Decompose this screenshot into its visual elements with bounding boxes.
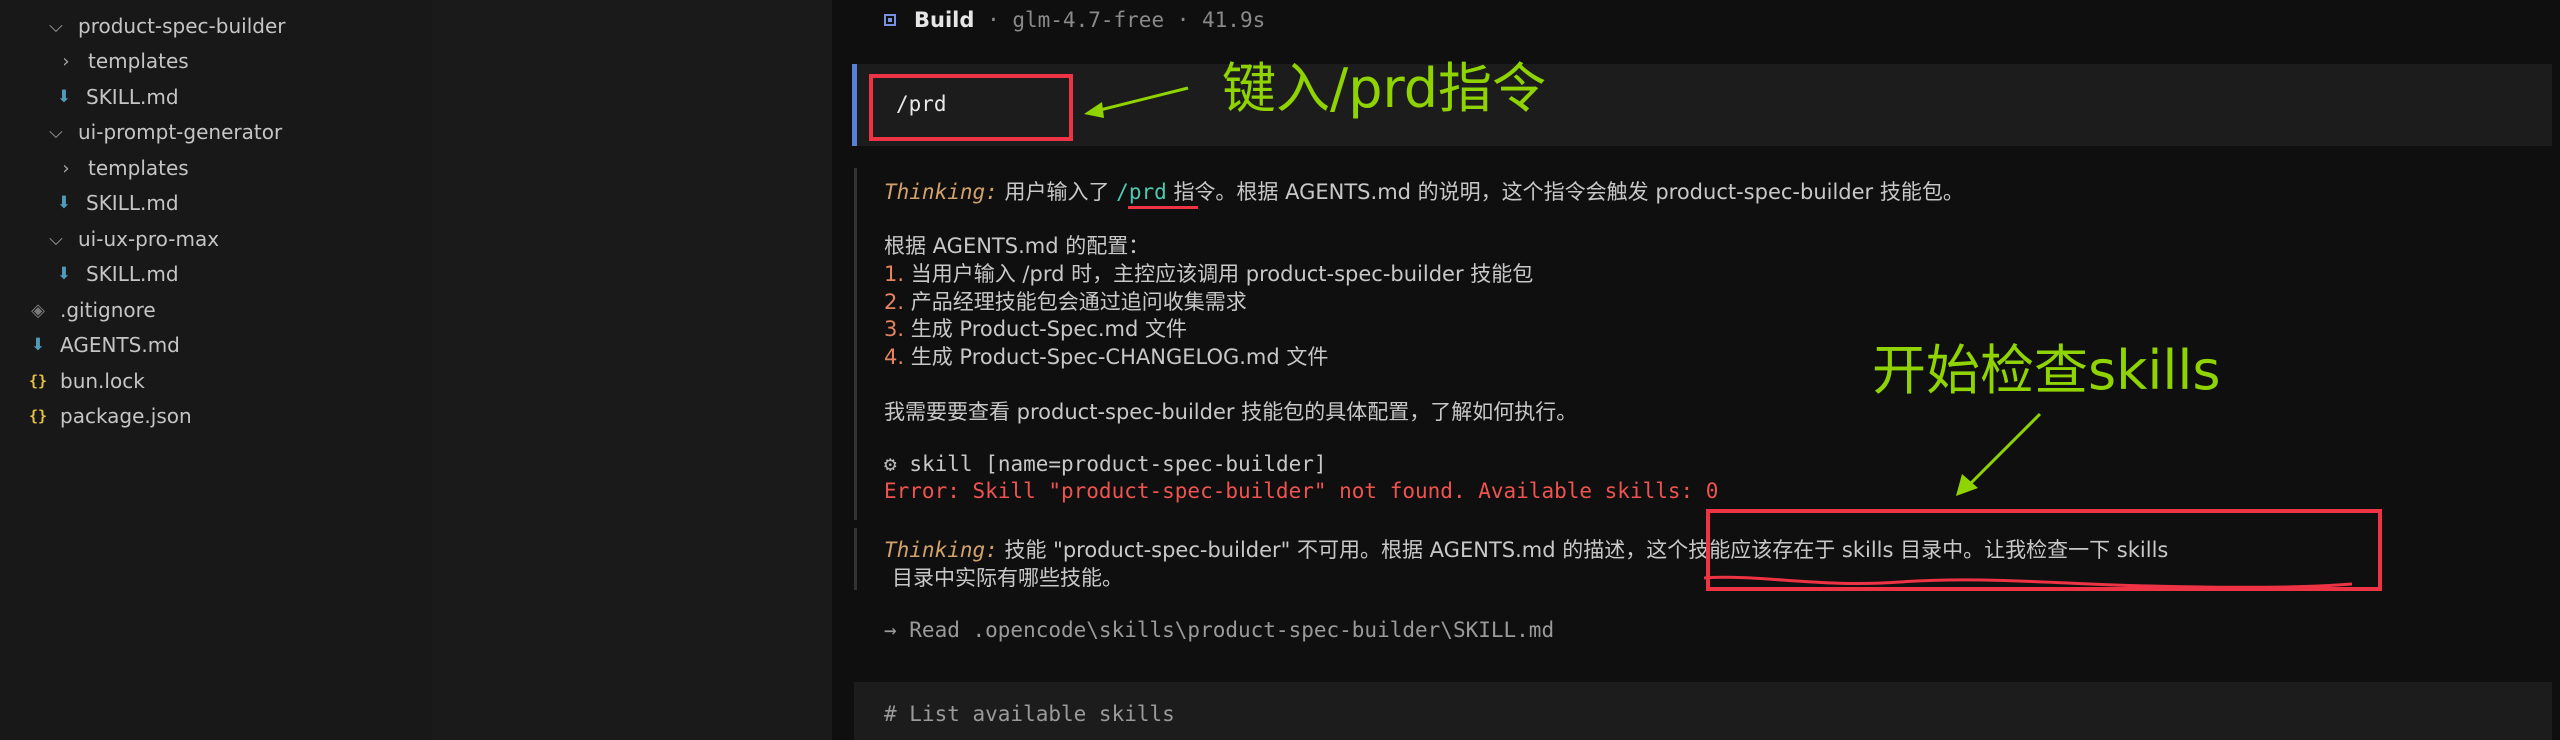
code-comment: # List available skills bbox=[884, 702, 1175, 726]
build-header: Build · glm-4.7-free · 41.9s bbox=[884, 8, 1265, 32]
annotation-arrow-skills bbox=[1956, 412, 2042, 496]
tree-label: SKILL.md bbox=[86, 191, 179, 215]
markdown-icon: ⬇ bbox=[30, 335, 46, 355]
tree-label: templates bbox=[88, 49, 189, 73]
file-explorer: ⌵ product-spec-builder › templates ⬇ SKI… bbox=[0, 0, 433, 740]
annotation-underline-skills bbox=[1703, 575, 2353, 589]
tree-label: bun.lock bbox=[60, 369, 145, 393]
list-text: 生成 Product-Spec.md 文件 bbox=[910, 317, 1187, 341]
build-meta: · glm-4.7-free · 41.9s bbox=[987, 8, 1266, 32]
config-item-4: 4. 生成 Product-Spec-CHANGELOG.md 文件 bbox=[884, 341, 1328, 371]
code-block: # List available skills bbox=[854, 682, 2552, 740]
prd-command: /prd bbox=[1116, 180, 1167, 204]
read-action[interactable]: → Read .opencode\skills\product-spec-bui… bbox=[884, 618, 1554, 642]
tree-label: SKILL.md bbox=[86, 262, 179, 286]
markdown-icon: ⬇ bbox=[56, 87, 72, 107]
tree-file-skill-md[interactable]: ⬇ SKILL.md bbox=[54, 185, 179, 221]
tree-file-skill-md[interactable]: ⬇ SKILL.md bbox=[54, 79, 179, 115]
git-icon: ◈ bbox=[31, 299, 45, 321]
thinking-label: Thinking: bbox=[884, 538, 998, 562]
thinking2-line-2: 目录中实际有哪些技能。 bbox=[892, 566, 1123, 590]
annotation-box-prd bbox=[869, 74, 1073, 141]
chevron-down-icon: ⌵ bbox=[49, 228, 63, 250]
annotation-arrow-prd bbox=[1084, 86, 1189, 118]
json-braces-icon: {} bbox=[28, 407, 48, 425]
list-text: 当用户输入 /prd 时，主控应该调用 product-spec-builder… bbox=[910, 262, 1534, 286]
list-number: 3. bbox=[884, 317, 905, 341]
tree-file-skill-md[interactable]: ⬇ SKILL.md bbox=[54, 256, 179, 292]
thinking-bar bbox=[854, 168, 857, 520]
thinking-text-pre: 用户输入了 bbox=[1004, 180, 1110, 204]
markdown-icon: ⬇ bbox=[56, 193, 72, 213]
config-heading: 根据 AGENTS.md 的配置： bbox=[884, 234, 1150, 258]
list-number: 2. bbox=[884, 290, 905, 314]
config-item-3: 3. 生成 Product-Spec.md 文件 bbox=[884, 313, 1187, 343]
config-item-2: 2. 产品经理技能包会通过追问收集需求 bbox=[884, 286, 1247, 316]
tree-folder-ui-prompt-generator[interactable]: ⌵ ui-prompt-generator bbox=[46, 114, 282, 150]
chevron-right-icon: › bbox=[62, 157, 70, 179]
tree-file-gitignore[interactable]: ◈ .gitignore bbox=[28, 292, 156, 328]
gear-icon: ⚙ bbox=[884, 452, 897, 476]
thinking-bar bbox=[854, 528, 857, 590]
tree-folder-templates[interactable]: › templates bbox=[56, 43, 189, 79]
tree-folder-product-spec-builder[interactable]: ⌵ product-spec-builder bbox=[46, 8, 285, 44]
thinking-line-1: Thinking: 用户输入了 /prd 指令。根据 AGENTS.md 的说明… bbox=[884, 176, 1964, 206]
skill-call-text: skill [name=product-spec-builder] bbox=[909, 452, 1327, 476]
need-check-text: 我需要要查看 product-spec-builder 技能包的具体配置，了解如… bbox=[884, 400, 1578, 424]
tree-label: AGENTS.md bbox=[60, 333, 180, 357]
tree-label: ui-ux-pro-max bbox=[78, 227, 220, 251]
json-braces-icon: {} bbox=[28, 372, 48, 390]
list-number: 1. bbox=[884, 262, 905, 286]
tree-file-bun-lock[interactable]: {} bun.lock bbox=[28, 363, 145, 399]
tree-label: SKILL.md bbox=[86, 85, 179, 109]
chevron-right-icon: › bbox=[62, 50, 70, 72]
chevron-down-icon: ⌵ bbox=[49, 121, 63, 143]
annotation-text-prd: 键入/prd指令 bbox=[1222, 57, 1546, 120]
annotation-underline-prd bbox=[1128, 206, 1198, 209]
config-item-1: 1. 当用户输入 /prd 时，主控应该调用 product-spec-buil… bbox=[884, 258, 1533, 288]
markdown-icon: ⬇ bbox=[56, 264, 72, 284]
skill-error: Error: Skill "product-spec-builder" not … bbox=[884, 479, 1719, 503]
tree-label: ui-prompt-generator bbox=[78, 120, 283, 144]
tree-folder-templates[interactable]: › templates bbox=[56, 150, 189, 186]
tree-folder-ui-ux-pro-max[interactable]: ⌵ ui-ux-pro-max bbox=[46, 221, 219, 257]
tree-label: .gitignore bbox=[60, 298, 156, 322]
annotation-text-skills: 开始检查skills bbox=[1872, 339, 2221, 402]
list-number: 4. bbox=[884, 345, 905, 369]
thinking-label: Thinking: bbox=[884, 180, 998, 204]
list-text: 生成 Product-Spec-CHANGELOG.md 文件 bbox=[910, 345, 1329, 369]
skill-call: ⚙ skill [name=product-spec-builder] bbox=[884, 452, 1327, 476]
empty-panel bbox=[432, 0, 832, 740]
build-label: Build bbox=[914, 8, 975, 32]
build-square-icon bbox=[884, 14, 896, 26]
tree-label: product-spec-builder bbox=[78, 14, 286, 38]
tree-label: templates bbox=[88, 156, 189, 180]
thinking-text-post: 指令。根据 AGENTS.md 的说明，这个指令会触发 product-spec… bbox=[1173, 180, 1964, 204]
list-text: 产品经理技能包会通过追问收集需求 bbox=[910, 290, 1247, 314]
tree-label: package.json bbox=[60, 404, 192, 428]
user-message-bar bbox=[852, 64, 857, 146]
tree-file-package-json[interactable]: {} package.json bbox=[28, 398, 192, 434]
tree-file-agents-md[interactable]: ⬇ AGENTS.md bbox=[28, 327, 180, 363]
chevron-down-icon: ⌵ bbox=[49, 15, 63, 37]
